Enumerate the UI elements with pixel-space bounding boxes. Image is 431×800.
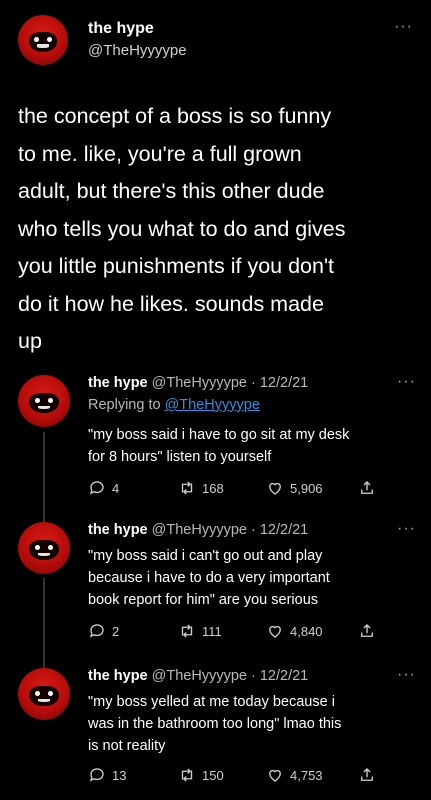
share-icon [361,624,373,637]
retweet-count: 111 [202,623,222,639]
reply-meta: the hype @TheHyyyype · 12/2/21 [88,522,308,538]
reply-count: 4 [112,480,120,496]
reply-line: is not reality [88,738,166,754]
handle-date: @TheHyyyype · 12/2/21 [151,522,309,538]
reply-count: 2 [112,623,120,639]
retweet-button[interactable]: 150 [178,766,224,784]
reply-meta: the hype @TheHyyyype · 12/2/21 [88,668,308,684]
retweet-icon [181,768,193,782]
reply-line: "my boss said i have to go sit at my des… [88,427,350,443]
avatar[interactable] [18,15,68,65]
reply-button[interactable]: 13 [88,766,126,784]
action-bar: 4 168 5,906 [88,479,378,499]
author-handle[interactable]: @TheHyyyype [88,42,187,59]
reply-line: was in the bathroom too long" lmao this [88,716,342,732]
like-button[interactable]: 4,840 [266,622,323,640]
action-bar: 2 111 4,840 [88,622,378,642]
reply-button[interactable]: 2 [88,622,119,640]
tweet-line: adult, but there's this other dude [18,179,325,203]
heart-icon [269,482,281,495]
action-bar: 13 150 4,753 [88,766,378,786]
author-name[interactable]: the hype [88,375,148,391]
reply-button[interactable]: 4 [88,479,119,497]
retweet-icon [181,624,193,638]
avatar-face [29,32,57,52]
avatar[interactable] [18,668,70,720]
tweet-line: who tells you what to do and gives [18,216,346,241]
share-button[interactable] [358,622,376,640]
author-name[interactable]: the hype [88,522,148,538]
retweet-icon [181,481,193,495]
tweet-text: the concept of a boss is so funny to me.… [18,98,418,361]
tweet-line: you little punishments if you don't [18,254,335,278]
tweet-line: do it how he likes. sounds made [18,291,324,316]
share-icon [361,481,373,494]
retweet-button[interactable]: 168 [178,479,224,497]
reply-icon [89,481,104,495]
author-name[interactable]: the hype [88,668,148,684]
retweet-count: 168 [202,480,224,496]
more-options-icon[interactable]: ··· [397,666,416,684]
share-button[interactable] [358,479,376,497]
retweet-count: 150 [202,767,224,783]
tweet-line: to me. like, you're a full grown [18,141,302,166]
avatar[interactable] [18,375,70,427]
reply-icon [89,768,104,782]
heart-icon [269,769,281,782]
tweet-line: up [18,329,42,353]
handle-date: @TheHyyyype · 12/2/21 [151,375,309,391]
reply-text: "my boss said i have to go sit at my des… [88,424,408,468]
share-icon [361,768,373,781]
more-options-icon[interactable]: ··· [397,373,416,391]
reply-icon [89,624,104,638]
more-options-icon[interactable]: ··· [394,18,413,36]
reply-line: book report for him" are you serious [88,592,319,608]
reply-line: for 8 hours" listen to yourself [88,449,272,465]
reply-line: because i have to do a very important [88,570,330,586]
author-name[interactable]: the hype [88,20,154,38]
retweet-button[interactable]: 111 [178,622,222,640]
reply-line: "my boss said i can't go out and play [88,548,323,564]
handle-date: @TheHyyyype · 12/2/21 [151,668,309,684]
like-count: 4,840 [290,623,323,639]
tweet-line: the concept of a boss is so funny [18,104,332,128]
heart-icon [269,625,281,638]
like-count: 5,906 [290,480,323,496]
share-button[interactable] [358,766,376,784]
reply-meta: the hype @TheHyyyype · 12/2/21 [88,375,308,391]
reply-text: "my boss said i can't go out and play be… [88,545,408,611]
like-button[interactable]: 4,753 [266,766,323,784]
reply-count: 13 [112,767,127,783]
reply-tweet[interactable]: the hype @TheHyyyype · 12/2/21 ··· Reply… [18,373,416,500]
reply-tweet[interactable]: the hype @TheHyyyype · 12/2/21 ··· "my b… [18,520,416,647]
like-count: 4,753 [290,767,323,783]
more-options-icon[interactable]: ··· [397,520,416,538]
avatar[interactable] [18,522,70,574]
like-button[interactable]: 5,906 [266,479,323,497]
replying-to: Replying to @TheHyyyype [88,397,260,413]
reply-tweet[interactable]: the hype @TheHyyyype · 12/2/21 ··· "my b… [18,666,416,793]
tweet-header: the hype @TheHyyyype ··· [18,10,413,70]
replying-to-link[interactable]: @TheHyyyype [165,397,260,413]
reply-text: "my boss yelled at me today because i wa… [88,691,408,757]
reply-line: "my boss yelled at me today because i [88,694,335,710]
